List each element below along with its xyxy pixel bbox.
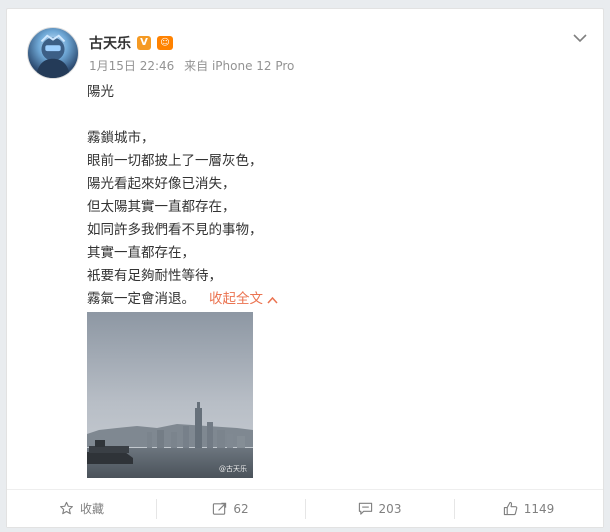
chevron-up-icon	[267, 296, 278, 304]
like-count: 1149	[523, 501, 555, 516]
repost-count: 62	[233, 501, 249, 516]
member-badge-icon[interactable]: ☺	[157, 36, 173, 50]
photo-watermark: @古天乐	[219, 465, 247, 473]
post-line: 衹要有足夠耐性等待，	[87, 268, 222, 284]
star-icon	[60, 501, 73, 515]
post-timestamp[interactable]: 1月15日 22:46	[89, 59, 174, 73]
weibo-post-card: 古天乐 V ☺ 1月15日 22:46 来自 iPhone 12 Pro 陽光 …	[6, 8, 604, 528]
user-row: 古天乐 V ☺	[89, 33, 173, 53]
post-last-line: 霧氣一定會消退。 收起全文	[87, 288, 567, 311]
avatar[interactable]	[27, 27, 79, 79]
post-text: 陽光 霧鎖城市， 眼前一切都披上了一層灰色， 陽光看起來好像已消失， 但太陽其實…	[87, 81, 567, 311]
post-line: 霧鎖城市，	[87, 130, 155, 146]
favorite-label: 收藏	[79, 502, 104, 516]
comment-count: 203	[378, 501, 402, 516]
post-line: 陽光看起來好像已消失，	[87, 176, 236, 192]
post-line: 但太陽其實一直都存在，	[87, 199, 236, 215]
username[interactable]: 古天乐	[89, 33, 131, 53]
action-bar: 收藏 62 203 1149	[7, 489, 603, 527]
post-line: 如同許多我們看不見的事物，	[87, 222, 263, 238]
post-meta: 1月15日 22:46 来自 iPhone 12 Pro	[89, 57, 294, 74]
favorite-button[interactable]: 收藏	[7, 490, 156, 527]
repost-icon	[213, 502, 227, 515]
post-line: 其實一直都存在，	[87, 245, 195, 261]
collapse-text-link[interactable]: 收起全文	[209, 291, 278, 307]
post-line: 霧氣一定會消退。	[87, 291, 195, 307]
verified-badge[interactable]: V	[137, 36, 151, 50]
harbor-skyline-image	[87, 312, 253, 478]
post-title-line: 陽光	[87, 84, 114, 100]
collapse-label: 收起全文	[209, 291, 263, 307]
chevron-down-icon[interactable]	[571, 29, 589, 47]
like-button[interactable]: 1149	[454, 490, 603, 527]
thumbs-up-icon	[503, 501, 518, 516]
post-source: 来自 iPhone 12 Pro	[184, 59, 295, 73]
repost-button[interactable]: 62	[156, 490, 305, 527]
post-photo[interactable]: @古天乐	[87, 312, 253, 478]
comment-button[interactable]: 203	[305, 490, 454, 527]
post-line: 眼前一切都披上了一層灰色，	[87, 153, 263, 169]
comment-icon	[358, 502, 372, 515]
